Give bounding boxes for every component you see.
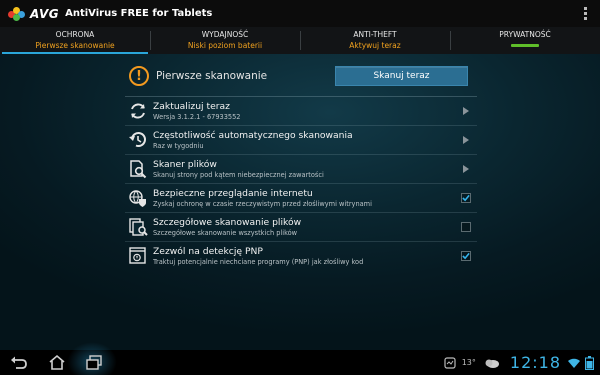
warning-icon: ! [129, 66, 149, 86]
list-item-file-scanner[interactable]: Skaner plików Skanuj strony pod kątem ni… [125, 154, 477, 183]
recent-apps-icon[interactable] [85, 354, 103, 371]
list-item-pnp-detection[interactable]: Zezwól na detekcję PNP Traktuj potencjal… [125, 241, 477, 270]
item-subtitle: Zyskaj ochronę w czasie rzeczywistym prz… [153, 199, 372, 208]
back-icon[interactable] [10, 354, 28, 371]
overflow-menu-icon[interactable] [584, 7, 588, 20]
list-item-safe-browsing[interactable]: Bezpieczne przeglądanie internetu Zyskaj… [125, 183, 477, 212]
item-subtitle: Traktuj potencjalnie niechciane programy… [153, 257, 364, 266]
battery-icon [585, 355, 594, 370]
clock: 12:18 [509, 353, 561, 372]
wifi-icon [568, 358, 580, 368]
item-title: Zaktualizuj teraz [153, 100, 231, 112]
web-shield-icon [129, 190, 146, 207]
safe-browsing-checkbox[interactable] [461, 193, 471, 203]
list-item-deep-scan[interactable]: Szczegółowe skanowanie plików Szczegółow… [125, 212, 477, 241]
item-subtitle: Raz w tygodniu [153, 141, 204, 150]
chevron-right-icon [461, 106, 471, 116]
status-area[interactable]: 13° 12:18 [444, 350, 594, 375]
tab-privacy[interactable]: PRYWATNOŚĆ [450, 27, 600, 54]
tab-bar: OCHRONA Pierwsze skanowanie WYDAJNOŚĆ Ni… [0, 27, 600, 54]
tab-subtitle: Aktywuj teraz [349, 41, 401, 50]
brand-name: AVG [30, 6, 60, 21]
item-title: Częstotliwość automatycznego skanowania [153, 129, 353, 141]
item-subtitle: Szczegółowe skanowanie wszystkich plików [153, 228, 298, 237]
tab-title: WYDAJNOŚĆ [201, 30, 249, 39]
deep-scan-checkbox[interactable] [461, 222, 471, 232]
item-title: Skaner plików [153, 158, 217, 170]
schedule-icon [129, 132, 146, 147]
list-item-scan-frequency[interactable]: Częstotliwość automatycznego skanowania … [125, 125, 477, 154]
action-bar: AVG AntiVirus FREE for Tablets [0, 0, 600, 27]
list-item-update[interactable]: Zaktualizuj teraz Wersja 3.1.2.1 - 67933… [125, 96, 477, 125]
item-title: Szczegółowe skanowanie plików [153, 216, 302, 228]
notification-icon [444, 356, 456, 369]
pnp-detection-icon [129, 247, 146, 264]
first-scan-row: ! Pierwsze skanowanie Skanuj teraz [125, 60, 477, 92]
chevron-right-icon [461, 135, 471, 145]
system-bar: 13° 12:18 [0, 342, 600, 375]
item-title: Bezpieczne przeglądanie internetu [153, 187, 313, 199]
item-title: Zezwól na detekcję PNP [153, 245, 263, 257]
item-subtitle: Wersja 3.1.2.1 - 67933552 [153, 112, 241, 121]
app-logo: AVG AntiVirus FREE for Tablets [8, 6, 213, 21]
avg-logo-icon [8, 6, 26, 21]
deep-scan-icon [129, 218, 148, 236]
settings-list: Zaktualizuj teraz Wersja 3.1.2.1 - 67933… [125, 96, 477, 270]
pnp-detection-checkbox[interactable] [461, 251, 471, 261]
status-indicator [511, 44, 539, 47]
chevron-right-icon [461, 164, 471, 174]
app-title: AntiVirus FREE for Tablets [65, 8, 213, 19]
tab-subtitle: Pierwsze skanowanie [35, 41, 115, 50]
tab-title: ANTI-THEFT [353, 30, 397, 39]
tab-title: OCHRONA [55, 30, 95, 39]
update-icon [131, 103, 145, 119]
first-scan-label: Pierwsze skanowanie [156, 70, 268, 82]
scan-now-button[interactable]: Skanuj teraz [335, 66, 468, 86]
file-scanner-icon [130, 160, 147, 179]
item-subtitle: Skanuj strony pod kątem niebezpiecznej z… [153, 170, 324, 179]
weather-icon [485, 359, 499, 368]
tab-protection[interactable]: OCHRONA Pierwsze skanowanie [0, 27, 150, 54]
tab-title: PRYWATNOŚĆ [499, 30, 551, 39]
tab-anti-theft[interactable]: ANTI-THEFT Aktywuj teraz [300, 27, 450, 54]
protection-panel: ! Pierwsze skanowanie Skanuj teraz Zaktu… [125, 60, 477, 270]
tab-performance[interactable]: WYDAJNOŚĆ Niski poziom baterii [150, 27, 300, 54]
temperature-readout: 13° [461, 358, 476, 367]
tab-subtitle: Niski poziom baterii [187, 41, 263, 50]
home-icon[interactable] [48, 354, 66, 371]
